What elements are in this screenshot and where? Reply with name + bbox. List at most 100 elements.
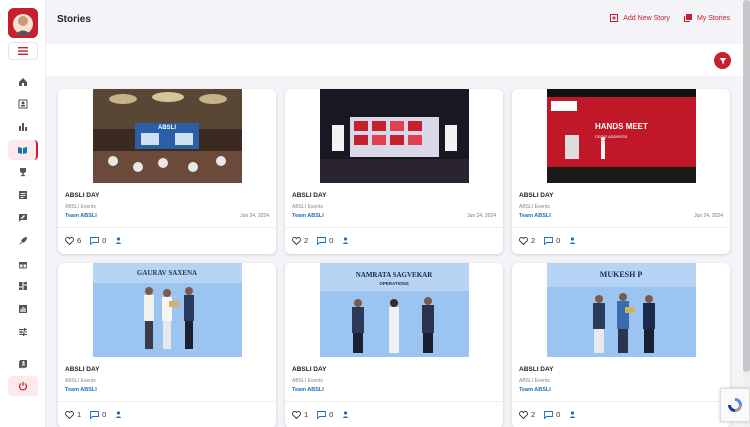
story-date: Jun 24, 2024 (467, 213, 496, 219)
comment-button[interactable]: 0 (317, 236, 333, 245)
avatar[interactable] (8, 8, 38, 38)
story-team[interactable]: Team ABSLI (519, 213, 551, 219)
story-actions: 1 0 (65, 410, 131, 419)
header-actions: Add New Story My Stories (610, 14, 730, 22)
sidebar-item-user-reports[interactable] (8, 354, 38, 374)
story-card[interactable]: ABSLI DAY ABSLI Events Team ABSLI Jun 24… (285, 89, 503, 254)
comment-icon (317, 236, 327, 245)
person-icon (342, 411, 349, 418)
image-name-text: NAMRATA SAGVEKAR (356, 271, 433, 279)
comment-icon (544, 410, 554, 419)
story-card[interactable]: NAMRATA SAGVEKAR OPERATIONS ABSLI DAY AB… (285, 263, 503, 427)
my-stories-button[interactable]: My Stories (683, 14, 730, 22)
author-button[interactable] (115, 411, 122, 418)
story-category: ABSLI Events (65, 378, 96, 384)
heart-icon (292, 236, 301, 245)
comment-count: 0 (556, 410, 561, 419)
comment-button[interactable]: 0 (544, 236, 560, 245)
add-box-icon (610, 14, 619, 22)
comment-count: 0 (329, 236, 334, 245)
author-button[interactable] (569, 237, 576, 244)
user-report-icon (19, 360, 27, 369)
story-actions: 2 0 (292, 236, 358, 245)
story-image[interactable]: NAMRATA SAGVEKAR OPERATIONS (320, 263, 469, 357)
like-button[interactable]: 2 (519, 236, 535, 245)
filter-button[interactable] (714, 52, 731, 69)
chat-edit-icon (19, 214, 27, 222)
scrollbar-thumb[interactable] (743, 0, 750, 372)
sidebar-item-posts[interactable] (8, 185, 38, 205)
story-team[interactable]: Team ABSLI (292, 213, 324, 219)
story-image[interactable]: ABSLI (93, 89, 242, 183)
sidebar-item-awards[interactable] (8, 162, 38, 182)
heart-icon (519, 410, 528, 419)
story-category: ABSLI Events (65, 204, 96, 210)
page-scrollbar[interactable] (743, 0, 750, 427)
story-image[interactable] (320, 89, 469, 183)
comment-button[interactable]: 0 (317, 410, 333, 419)
comment-icon (90, 236, 100, 245)
filter-bar (46, 44, 743, 76)
recaptcha-badge[interactable] (720, 388, 750, 422)
comment-button[interactable]: 0 (90, 410, 106, 419)
story-team[interactable]: Team ABSLI (292, 387, 324, 393)
sidebar-item-feedback[interactable] (8, 208, 38, 228)
card-divider (512, 227, 730, 228)
story-category: ABSLI Events (292, 204, 323, 210)
comment-button[interactable]: 0 (90, 236, 106, 245)
menu-toggle-button[interactable] (8, 42, 38, 60)
author-button[interactable] (115, 237, 122, 244)
like-button[interactable]: 1 (65, 410, 81, 419)
author-button[interactable] (342, 237, 349, 244)
author-button[interactable] (569, 411, 576, 418)
story-card[interactable]: ABSLI ABSLI DAY ABSLI Events Team ABSLI … (58, 89, 276, 254)
recaptcha-icon (728, 398, 742, 412)
sidebar-item-home[interactable] (8, 72, 38, 92)
story-card[interactable]: GAURAV SAXENA ABSLI DAY ABSLI Events Tea… (58, 263, 276, 427)
story-actions: 2 0 (519, 410, 585, 419)
story-image[interactable]: HANDS MEET CEO'S ADDRESS (547, 89, 696, 183)
sidebar-item-reports[interactable] (8, 299, 38, 319)
story-date: Jun 24, 2024 (694, 213, 723, 219)
like-count: 2 (531, 236, 536, 245)
sidebar-item-settings[interactable] (8, 322, 38, 342)
article-icon (19, 191, 27, 199)
sidebar-item-analytics[interactable] (8, 117, 38, 137)
sidebar-item-stories[interactable] (8, 140, 38, 160)
comment-button[interactable]: 0 (544, 410, 560, 419)
story-card[interactable]: MUKESH P ABSLI DAY ABSLI Events Team ABS… (512, 263, 730, 427)
story-team[interactable]: Team ABSLI (519, 387, 551, 393)
sidebar-item-launch[interactable] (8, 231, 38, 251)
person-icon (115, 411, 122, 418)
like-button[interactable]: 2 (292, 236, 308, 245)
story-title: ABSLI DAY (65, 192, 100, 199)
book-icon (17, 147, 27, 154)
story-title: ABSLI DAY (519, 366, 554, 373)
library-icon (683, 14, 692, 22)
like-button[interactable]: 2 (519, 410, 535, 419)
report-icon (19, 305, 27, 313)
sidebar-item-profile[interactable] (8, 94, 38, 114)
image-name-text: GAURAV SAXENA (137, 269, 197, 277)
story-title: ABSLI DAY (292, 366, 327, 373)
story-title: ABSLI DAY (65, 366, 100, 373)
like-count: 1 (304, 410, 309, 419)
filter-icon (719, 57, 726, 64)
sidebar-item-rewards[interactable] (8, 254, 38, 274)
story-image[interactable]: MUKESH P (547, 263, 696, 357)
story-team[interactable]: Team ABSLI (65, 213, 97, 219)
like-button[interactable]: 6 (65, 236, 81, 245)
sidebar-item-dashboard[interactable] (8, 276, 38, 296)
story-card[interactable]: HANDS MEET CEO'S ADDRESS ABSLI DAY ABSLI… (512, 89, 730, 254)
story-team[interactable]: Team ABSLI (65, 387, 97, 393)
author-button[interactable] (342, 411, 349, 418)
power-icon (18, 381, 28, 391)
card-divider (285, 401, 503, 402)
like-button[interactable]: 1 (292, 410, 308, 419)
image-text: ABSLI (158, 125, 176, 131)
add-new-story-button[interactable]: Add New Story (610, 14, 670, 22)
story-image[interactable]: GAURAV SAXENA (93, 263, 242, 357)
sidebar-item-logout[interactable] (8, 376, 38, 396)
trophy-icon (20, 168, 26, 177)
image-banner-sub: CEO'S ADDRESS (595, 134, 628, 139)
